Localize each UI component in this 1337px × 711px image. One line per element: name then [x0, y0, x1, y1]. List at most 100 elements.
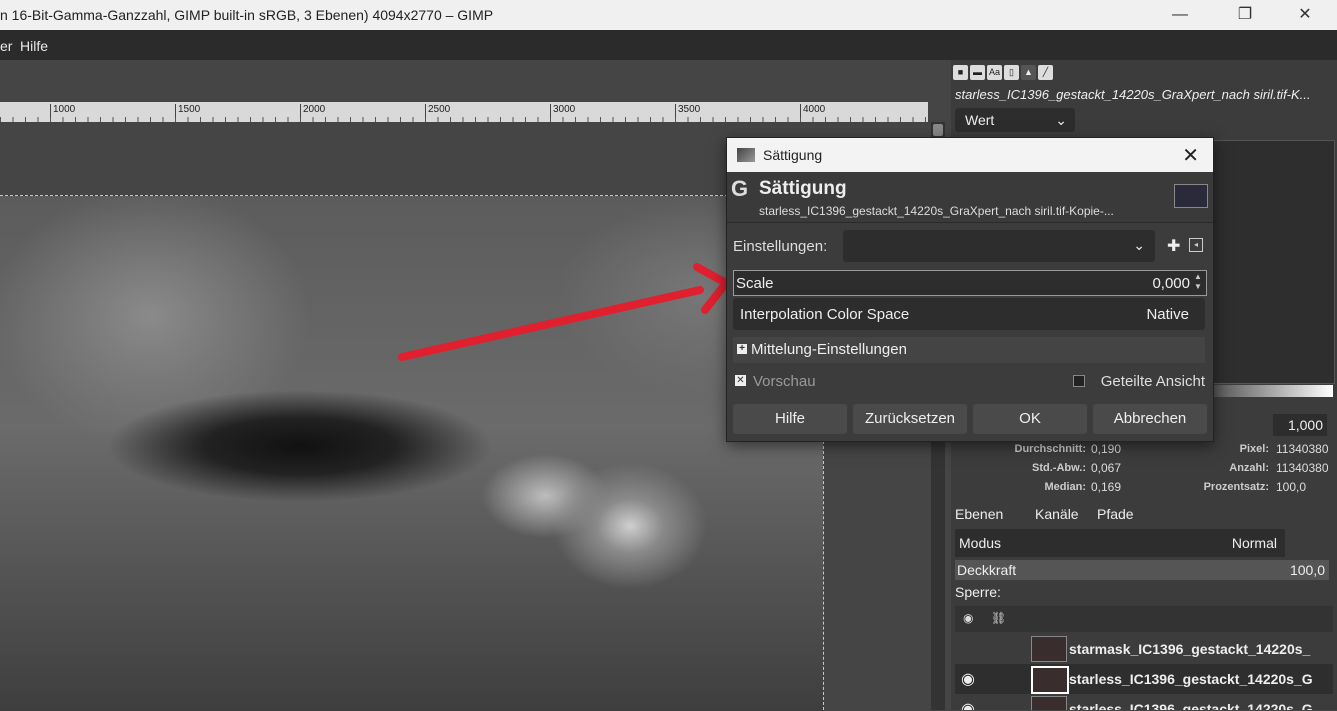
opacity-value: 100,0: [1289, 562, 1325, 578]
averaging-label: Mittelung-Einstellungen: [751, 341, 907, 358]
interpolation-label: Interpolation Color Space: [740, 306, 910, 323]
layer-thumbnail: [1031, 666, 1069, 694]
stat-value: 0,190: [1091, 442, 1122, 456]
fg-bg-colors-icon[interactable]: ■: [953, 65, 968, 80]
document-icon[interactable]: ▯: [1004, 65, 1019, 80]
eye-icon[interactable]: ◉: [961, 699, 975, 710]
dialog-titlebar: Sättigung ✕: [727, 138, 1213, 172]
layer-thumbnail: [1031, 696, 1067, 710]
spin-arrows-icon[interactable]: ▲ ▼: [1194, 272, 1204, 292]
scale-label: Scale: [736, 275, 774, 292]
settings-row: Einstellungen: ⌄ ✚ ◂: [727, 228, 1213, 264]
channel-select[interactable]: Wert ⌄: [955, 108, 1075, 132]
stat-value: 11340380: [1276, 461, 1329, 475]
preview-label: Vorschau: [753, 373, 816, 390]
settings-label: Einstellungen:: [733, 238, 828, 255]
preset-menu-icon[interactable]: ◂: [1189, 238, 1203, 252]
interpolation-select[interactable]: Interpolation Color Space Native: [733, 298, 1205, 330]
chevron-down-icon: ⌄: [1133, 237, 1145, 253]
stat-key: Median:: [1044, 481, 1086, 493]
dialog-header-file: starless_IC1396_gestackt_14220s_GraXpert…: [759, 204, 1114, 218]
expand-icon: +: [737, 344, 747, 354]
interpolation-value: Native: [1146, 306, 1189, 323]
reset-button[interactable]: Zurücksetzen: [853, 404, 967, 434]
histogram-file-name: starless_IC1396_gestackt_14220s_GraXpert…: [955, 87, 1311, 102]
layer-name: starmask_IC1396_gestackt_14220s_: [1069, 641, 1311, 657]
scrollbar-thumb[interactable]: [933, 124, 943, 136]
layer-thumbnail: [1031, 636, 1067, 662]
layer-mode-select[interactable]: Modus Normal: [955, 529, 1285, 557]
histogram-range-value[interactable]: 1,000: [1273, 414, 1327, 436]
settings-combo[interactable]: ⌄: [843, 230, 1155, 262]
horizontal-ruler[interactable]: 1000 1500 2000 2500 3000 3500 4000: [0, 102, 928, 122]
preview-checkbox[interactable]: ✕: [735, 375, 746, 386]
stat-key: Anzahl:: [1229, 462, 1269, 474]
dialog-header-title: Sättigung: [759, 178, 847, 199]
mode-label: Modus: [959, 535, 1002, 551]
minimize-button[interactable]: —: [1157, 0, 1203, 30]
maximize-button[interactable]: ❐: [1222, 0, 1268, 30]
stats-left-keys: Durchschnitt: Std.-Abw.: Median:: [951, 440, 1087, 497]
close-window-button[interactable]: ✕: [1282, 0, 1328, 30]
chain-header-icon: ⛓: [991, 611, 1007, 625]
dialog-header: G Sättigung starless_IC1396_gestackt_142…: [727, 172, 1213, 223]
split-view-label: Geteilte Ansicht: [1100, 373, 1205, 390]
stats-left-values: 0,190 0,067 0,169: [1091, 440, 1121, 497]
tab-channels[interactable]: Kanäle: [1035, 506, 1079, 522]
ruler-tick: 1500: [175, 104, 200, 118]
stats-right-keys: Pixel: Anzahl: Prozentsatz:: [1151, 440, 1269, 497]
scale-spinner[interactable]: Scale 0,000 ▲ ▼: [733, 270, 1207, 296]
menu-item-help[interactable]: Hilfe: [20, 38, 48, 54]
window-titlebar: n 16-Bit-Gamma-Ganzzahl, GIMP built-in s…: [0, 0, 1337, 30]
split-view-checkbox[interactable]: [1073, 375, 1085, 387]
visibility-header-icon: ◉: [963, 611, 974, 625]
stat-key: Prozentsatz:: [1203, 481, 1269, 493]
nebula-image-canvas[interactable]: [0, 195, 823, 711]
ruler-tick: 2000: [300, 104, 325, 118]
stat-key: Std.-Abw.:: [1032, 462, 1086, 474]
dialog-buttons: Hilfe Zurücksetzen OK Abbrechen: [733, 404, 1209, 434]
stat-key: Pixel:: [1239, 443, 1269, 455]
stat-value: 100,0: [1276, 480, 1307, 494]
scale-value[interactable]: 0,000: [1152, 275, 1190, 292]
dialog-app-icon: [737, 148, 755, 162]
paint-tool-icon[interactable]: ╱: [1038, 65, 1053, 80]
ruler-tick: 4000: [800, 104, 825, 118]
menu-item-filter[interactable]: er: [0, 38, 12, 54]
stat-key: Durchschnitt:: [1014, 443, 1087, 455]
stat-value: 11340380: [1276, 442, 1329, 456]
layers-tab-strip: Ebenen Kanäle Pfade: [951, 503, 1337, 525]
help-button[interactable]: Hilfe: [733, 404, 847, 434]
tab-paths[interactable]: Pfade: [1097, 506, 1134, 522]
layer-name: starless_IC1396_gestackt_14220s_G: [1069, 671, 1313, 687]
ok-button[interactable]: OK: [973, 404, 1087, 434]
cancel-button[interactable]: Abbrechen: [1093, 404, 1207, 434]
opacity-label: Deckkraft: [957, 562, 1017, 578]
ruler-tick: 1000: [50, 104, 75, 118]
preview-row: ✕ Vorschau Geteilte Ansicht: [733, 372, 1205, 394]
layers-list-header: ◉ ⛓: [955, 606, 1333, 632]
channel-select-value: Wert: [965, 112, 995, 128]
gegl-icon: G: [731, 176, 749, 201]
histogram-icon[interactable]: ▲: [1021, 65, 1036, 80]
eye-icon[interactable]: ◉: [961, 669, 975, 689]
fonts-icon[interactable]: Aa: [987, 65, 1002, 80]
ruler-tick: 3500: [675, 104, 700, 118]
layer-row[interactable]: starmask_IC1396_gestackt_14220s_: [955, 634, 1333, 664]
layer-name: starless_IC1396_gestackt_14220s_G: [1069, 701, 1313, 710]
opacity-slider[interactable]: Deckkraft 100,0: [955, 560, 1329, 580]
mode-value: Normal: [1231, 535, 1277, 551]
dock-tab-strip: ■ ▬ Aa ▯ ▲ ╱: [953, 64, 1055, 82]
close-icon[interactable]: ✕: [1182, 143, 1199, 168]
window-title: n 16-Bit-Gamma-Ganzzahl, GIMP built-in s…: [0, 7, 494, 23]
layer-preview-thumbnail: [1174, 184, 1208, 208]
averaging-expander[interactable]: + Mittelung-Einstellungen: [733, 337, 1205, 363]
chevron-down-icon: ⌄: [1055, 112, 1067, 128]
layer-row[interactable]: ◉ starless_IC1396_gestackt_14220s_G: [955, 694, 1333, 710]
tab-layers[interactable]: Ebenen: [955, 506, 1003, 522]
dialog-title: Sättigung: [763, 147, 823, 163]
saturation-dialog: Sättigung ✕ G Sättigung starless_IC1396_…: [726, 137, 1214, 442]
brushes-icon[interactable]: ▬: [970, 65, 985, 80]
add-preset-icon[interactable]: ✚: [1167, 236, 1180, 256]
layer-row-selected[interactable]: ◉ starless_IC1396_gestackt_14220s_G: [955, 664, 1333, 694]
